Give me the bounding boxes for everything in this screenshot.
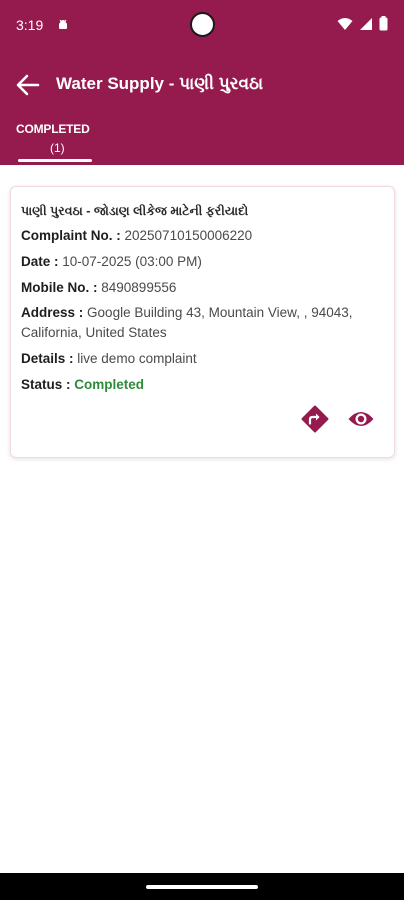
details-label: Details : — [21, 351, 74, 366]
app-bar: Water Supply - પાણી પુરવઠા COMPLETED (1) — [0, 52, 404, 165]
tab-completed[interactable]: COMPLETED (1) — [12, 122, 98, 162]
date-label: Date : — [21, 254, 59, 269]
mobile-row: Mobile No. : 8490899556 — [21, 278, 384, 298]
status-time: 3:19 — [16, 17, 44, 33]
date-value: 10-07-2025 (03:00 PM) — [62, 254, 202, 269]
back-arrow-icon[interactable] — [14, 71, 42, 99]
tab-count: (1) — [50, 141, 65, 155]
complaint-no-value: 20250710150006220 — [124, 228, 253, 243]
status-badge: Completed — [74, 377, 145, 392]
status-bar: 3:19 — [0, 0, 404, 52]
share-icon[interactable] — [301, 405, 329, 433]
complaint-no-row: Complaint No. : 20250710150006220 — [21, 226, 384, 246]
mobile-value: 8490899556 — [101, 280, 177, 295]
status-label: Status : — [21, 377, 71, 392]
complaint-card[interactable]: પાણી પુરવઠા - જોડાણ લીકેજ માટેની ફરીયાદો… — [10, 186, 395, 458]
navigation-bar — [0, 873, 404, 900]
status-icons — [337, 16, 388, 31]
signal-icon — [360, 17, 372, 30]
complaint-no-label: Complaint No. : — [21, 228, 121, 243]
eye-icon[interactable] — [347, 406, 375, 432]
wifi-icon — [337, 17, 353, 30]
details-value: live demo complaint — [77, 351, 197, 366]
status-row: Status : Completed — [21, 375, 384, 395]
mobile-label: Mobile No. : — [21, 280, 98, 295]
details-row: Details : live demo complaint — [21, 349, 384, 369]
page-title: Water Supply - પાણી પુરવઠા — [56, 74, 264, 93]
battery-icon — [379, 16, 388, 31]
address-label: Address : — [21, 305, 84, 320]
home-indicator[interactable] — [146, 885, 258, 889]
date-row: Date : 10-07-2025 (03:00 PM) — [21, 252, 384, 272]
tab-label: COMPLETED — [16, 122, 90, 136]
tab-indicator — [18, 159, 92, 162]
complaint-title: પાણી પુરવઠા - જોડાણ લીકેજ માટેની ફરીયાદો — [21, 204, 249, 218]
address-row: Address : Google Building 43, Mountain V… — [21, 303, 384, 343]
camera-cutout — [190, 12, 215, 37]
android-notification-icon — [59, 19, 67, 29]
